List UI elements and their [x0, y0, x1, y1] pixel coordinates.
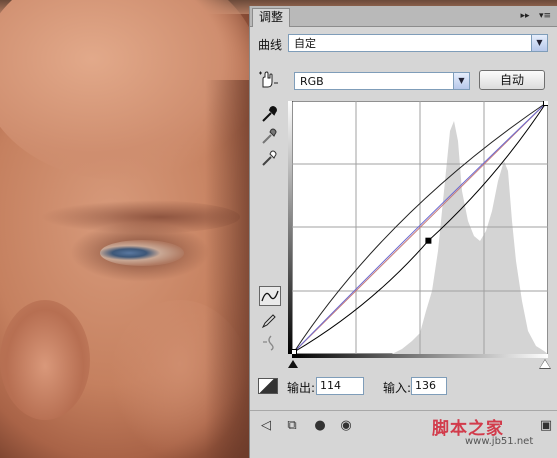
- channel-value: RGB: [300, 75, 324, 88]
- photo-eye: [100, 240, 184, 266]
- curves-label: 曲线: [258, 38, 283, 52]
- collapse-panel-button[interactable]: ▸▸: [518, 10, 532, 22]
- chevron-down-icon[interactable]: ▼: [531, 35, 547, 51]
- black-eyedropper-icon[interactable]: [259, 104, 279, 124]
- output-label: 输出:: [287, 381, 316, 395]
- input-output-row: 输出: 114 输入: 136: [250, 375, 557, 397]
- preset-dropdown[interactable]: 自定 ▼: [288, 34, 548, 52]
- white-eyedropper-icon[interactable]: [259, 148, 279, 168]
- auto-button[interactable]: 自动: [479, 70, 545, 90]
- visibility-icon[interactable]: ●: [312, 419, 328, 433]
- chevron-down-icon[interactable]: ▼: [453, 73, 469, 89]
- eye-icon[interactable]: ◉: [338, 419, 354, 433]
- black-point-slider[interactable]: [288, 360, 298, 368]
- adjustments-panel: 调整 ▸▸ ▾≡ 曲线 自定 ▼ RGB ▼ 自动 输出: 114 输入: 13…: [249, 6, 557, 458]
- channel-dropdown[interactable]: RGB ▼: [294, 72, 470, 90]
- on-image-adjust-icon[interactable]: [257, 70, 279, 90]
- watermark-url: www.jb51.net: [465, 436, 534, 447]
- gray-eyedropper-icon[interactable]: [259, 126, 279, 146]
- back-arrow-icon[interactable]: ◁: [258, 419, 274, 433]
- panel-tabbar: 调整 ▸▸ ▾≡: [250, 6, 557, 27]
- output-field[interactable]: 114: [316, 377, 364, 395]
- input-label: 输入:: [383, 381, 412, 395]
- pencil-icon[interactable]: [259, 311, 279, 331]
- white-point-slider[interactable]: [540, 360, 550, 368]
- panel-menu-button[interactable]: ▾≡: [538, 10, 552, 22]
- photo-nose: [0, 300, 90, 420]
- preset-value: 自定: [294, 37, 316, 50]
- preset-row: 曲线 自定 ▼: [250, 30, 557, 56]
- curves-graph[interactable]: [292, 101, 548, 354]
- curve-control-point[interactable]: [425, 237, 432, 244]
- delete-icon[interactable]: ▣: [538, 419, 554, 433]
- smooth-icon[interactable]: [259, 332, 279, 352]
- clipping-icon[interactable]: [258, 378, 278, 394]
- input-gradient-bar: [292, 354, 548, 358]
- input-field[interactable]: 136: [411, 377, 447, 395]
- curve-control-point[interactable]: [543, 101, 549, 106]
- curve-point-icon[interactable]: [259, 286, 281, 306]
- clip-to-layer-icon[interactable]: ⧉: [284, 419, 300, 433]
- tab-adjustments[interactable]: 调整: [252, 8, 290, 27]
